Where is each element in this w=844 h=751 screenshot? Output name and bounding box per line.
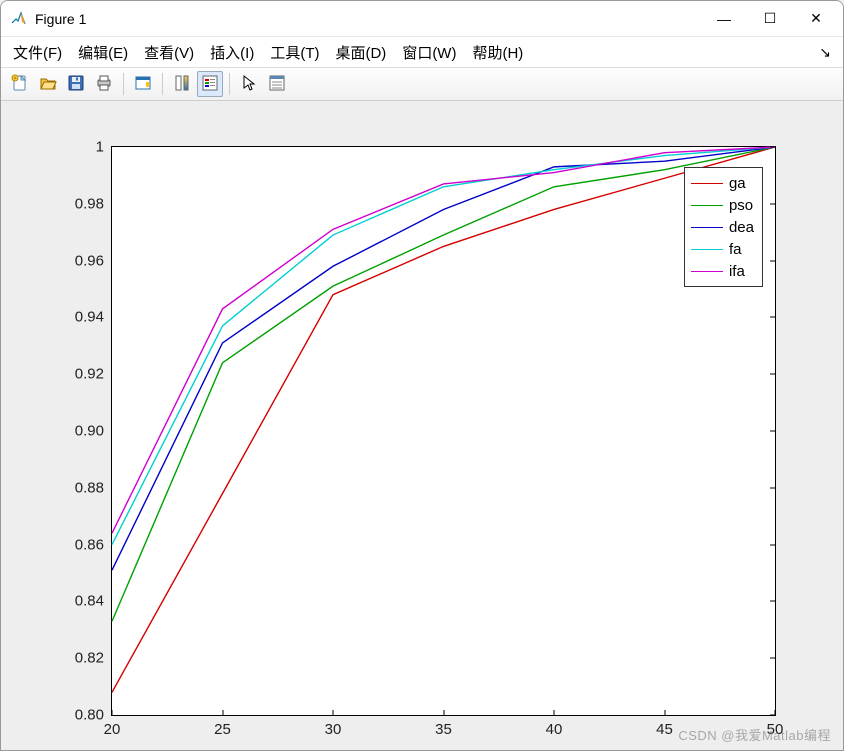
figure-window: Figure 1 — ☐ ✕ 文件(F) 编辑(E) 查看(V) 插入(I) 工具(T)… [0, 0, 844, 751]
minimize-button[interactable]: — [701, 2, 747, 36]
legend[interactable]: ga pso dea fa ifa [684, 167, 763, 287]
series-line [112, 147, 775, 545]
y-tick-mark [770, 431, 775, 432]
y-tick-mark [770, 658, 775, 659]
menu-item[interactable]: 插入(I) [210, 42, 254, 63]
open-file-icon [39, 74, 57, 95]
y-tick-mark [770, 317, 775, 318]
maximize-button[interactable]: ☐ [747, 2, 793, 36]
x-tick-label: 25 [214, 721, 231, 738]
insert-colorbar-icon [173, 74, 191, 95]
y-tick-label: 0.82 [75, 650, 104, 667]
y-tick-label: 0.94 [75, 309, 104, 326]
close-button[interactable]: ✕ [793, 2, 839, 36]
print-icon [95, 74, 113, 95]
menubar: 文件(F) 编辑(E) 查看(V) 插入(I) 工具(T) 桌面(D) 窗口(W) 帮助(H)… [1, 37, 843, 67]
y-tick-label: 0.84 [75, 593, 104, 610]
y-tick-mark [770, 374, 775, 375]
figure-area: ga pso dea fa ifa 0.80 0.82 0.84 0.86 0.88 0.90 0.… [1, 101, 843, 750]
series-line [112, 147, 775, 533]
y-tick-mark [770, 147, 775, 148]
print-button[interactable] [91, 71, 117, 97]
legend-entry[interactable]: ifa [691, 260, 754, 282]
x-tick-label: 30 [325, 721, 342, 738]
new-figure-button[interactable] [7, 71, 33, 97]
axes[interactable]: gapsodeafaifa 0.800.820.840.860.880.900.… [111, 146, 776, 716]
x-tick-mark [333, 710, 334, 715]
legend-swatch [691, 249, 723, 250]
y-tick-label: 0.88 [75, 479, 104, 496]
legend-entry[interactable]: fa [691, 238, 754, 260]
toolbar-separator [229, 73, 230, 95]
y-tick-label: 0.92 [75, 366, 104, 383]
series-line [112, 147, 775, 692]
legend-label: fa [729, 241, 742, 258]
save-button[interactable] [63, 71, 89, 97]
watermark: CSDN @我爱Matlab编程 [678, 725, 831, 744]
legend-swatch [691, 183, 723, 184]
x-tick-label: 40 [546, 721, 563, 738]
y-tick-label: 0.98 [75, 195, 104, 212]
link-axes-icon [134, 74, 152, 95]
y-tick-mark [770, 544, 775, 545]
x-tick-mark [112, 710, 113, 715]
legend-swatch [691, 271, 723, 272]
y-tick-mark [770, 487, 775, 488]
menu-item[interactable]: 文件(F) [13, 42, 62, 63]
legend-swatch [691, 227, 723, 228]
x-tick-label: 20 [104, 721, 121, 738]
line-plot [112, 147, 775, 715]
menubar-overflow-arrow[interactable]: ↘ [819, 44, 831, 61]
edit-plot-arrow-button[interactable] [236, 71, 262, 97]
y-tick-label: 0.90 [75, 423, 104, 440]
y-tick-mark [770, 260, 775, 261]
insert-legend-button[interactable] [197, 71, 223, 97]
save-icon [67, 74, 85, 95]
x-tick-mark [775, 710, 776, 715]
legend-entry[interactable]: ga [691, 172, 754, 194]
legend-entry[interactable]: pso [691, 194, 754, 216]
legend-swatch [691, 205, 723, 206]
y-tick-label: 0.80 [75, 707, 104, 724]
menu-item[interactable]: 工具(T) [270, 42, 319, 63]
matlab-icon [9, 10, 27, 28]
x-tick-mark [664, 710, 665, 715]
x-tick-label: 35 [435, 721, 452, 738]
y-tick-label: 0.86 [75, 536, 104, 553]
x-tick-label: 45 [656, 721, 673, 738]
x-tick-mark [443, 710, 444, 715]
menu-item[interactable]: 桌面(D) [335, 42, 386, 63]
insert-colorbar-button[interactable] [169, 71, 195, 97]
toolbar [1, 67, 843, 101]
y-tick-mark [770, 203, 775, 204]
y-tick-label: 0.96 [75, 252, 104, 269]
open-property-inspector-button[interactable] [264, 71, 290, 97]
menu-item[interactable]: 编辑(E) [78, 42, 128, 63]
legend-label: ifa [729, 263, 745, 280]
legend-label: ga [729, 175, 746, 192]
x-tick-mark [554, 710, 555, 715]
toolbar-separator [123, 73, 124, 95]
legend-label: pso [729, 197, 753, 214]
legend-label: dea [729, 219, 754, 236]
menu-item[interactable]: 窗口(W) [402, 42, 456, 63]
open-file-button[interactable] [35, 71, 61, 97]
legend-entry[interactable]: dea [691, 216, 754, 238]
new-figure-icon [11, 74, 29, 95]
edit-plot-arrow-icon [240, 74, 258, 95]
series-line [112, 147, 775, 621]
toolbar-separator [162, 73, 163, 95]
window-title: Figure 1 [35, 11, 86, 27]
y-tick-label: 1 [96, 139, 104, 156]
titlebar: Figure 1 — ☐ ✕ [1, 1, 843, 37]
insert-legend-icon [201, 74, 219, 95]
link-axes-button[interactable] [130, 71, 156, 97]
x-tick-mark [222, 710, 223, 715]
open-property-inspector-icon [268, 74, 286, 95]
series-line [112, 147, 775, 570]
menu-item[interactable]: 帮助(H) [472, 42, 523, 63]
menu-item[interactable]: 查看(V) [144, 42, 194, 63]
y-tick-mark [770, 601, 775, 602]
